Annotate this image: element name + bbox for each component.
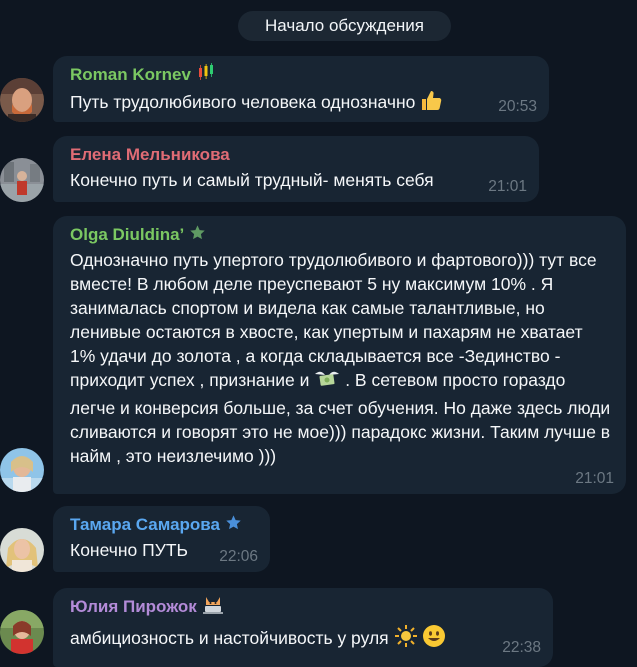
message-time: 21:01 [575, 470, 614, 487]
message-bubble: Olga Diuldina’ Однозначно путь упертого … [53, 216, 626, 494]
sender-name[interactable]: Елена Мельникова [70, 144, 525, 166]
message-text: амбициозность и настойчивость у руля [70, 624, 539, 654]
message-text: Конечно путь и самый трудный- менять себ… [70, 170, 434, 190]
message-time: 21:01 [488, 178, 527, 195]
chat-window: Начало обсуждения Roman Kornev Путь труд… [0, 0, 637, 667]
sender-name[interactable]: Тамара Самарова [70, 514, 256, 536]
avatar[interactable] [0, 448, 44, 492]
message-time: 22:06 [219, 548, 258, 565]
money-wings-icon [314, 368, 340, 396]
sender-name-text: Тамара Самарова [70, 515, 220, 534]
avatar[interactable] [0, 158, 44, 202]
thumbs-up-icon [420, 88, 444, 118]
avatar[interactable] [0, 610, 44, 654]
sun-icon [394, 624, 418, 654]
sender-name-text: Olga Diuldina’ [70, 225, 185, 244]
sender-name-text: Елена Мельникова [70, 145, 230, 164]
avatar[interactable] [0, 78, 44, 122]
discussion-start-label: Начало обсуждения [238, 11, 451, 41]
smiley-face-icon [422, 624, 446, 654]
message-bubble: Елена Мельникова Конечно путь и самый тр… [53, 136, 539, 202]
message-text-content: Путь трудолюбивого человека однозначно [70, 92, 416, 112]
sender-name[interactable]: Olga Diuldina’ [70, 224, 612, 246]
candlestick-chart-icon [196, 62, 216, 88]
message-bubble: Юлия Пирожок амбициозность и настойчивос… [53, 588, 553, 667]
sender-name-text: Юлия Пирожок [70, 597, 197, 616]
sender-name-text: Roman Kornev [70, 65, 191, 84]
message-bubble: Roman Kornev Путь трудолюбивого человека… [53, 56, 549, 122]
message-time: 22:38 [502, 639, 541, 656]
star-icon [189, 224, 206, 247]
cat-laptop-icon [202, 593, 224, 621]
message-bubble: Тамара Самарова Конечно ПУТЬ 22:06 [53, 506, 270, 572]
avatar[interactable] [0, 528, 44, 572]
sender-name[interactable]: Юлия Пирожок [70, 596, 539, 618]
message-text: Путь трудолюбивого человека однозначно [70, 88, 535, 118]
message-time: 20:53 [498, 98, 537, 115]
message-text-content: амбициозность и настойчивость у руля [70, 628, 389, 648]
message-text: Однозначно путь упертого трудолюбивого и… [70, 248, 612, 468]
star-icon [225, 514, 242, 537]
sender-name[interactable]: Roman Kornev [70, 62, 535, 88]
